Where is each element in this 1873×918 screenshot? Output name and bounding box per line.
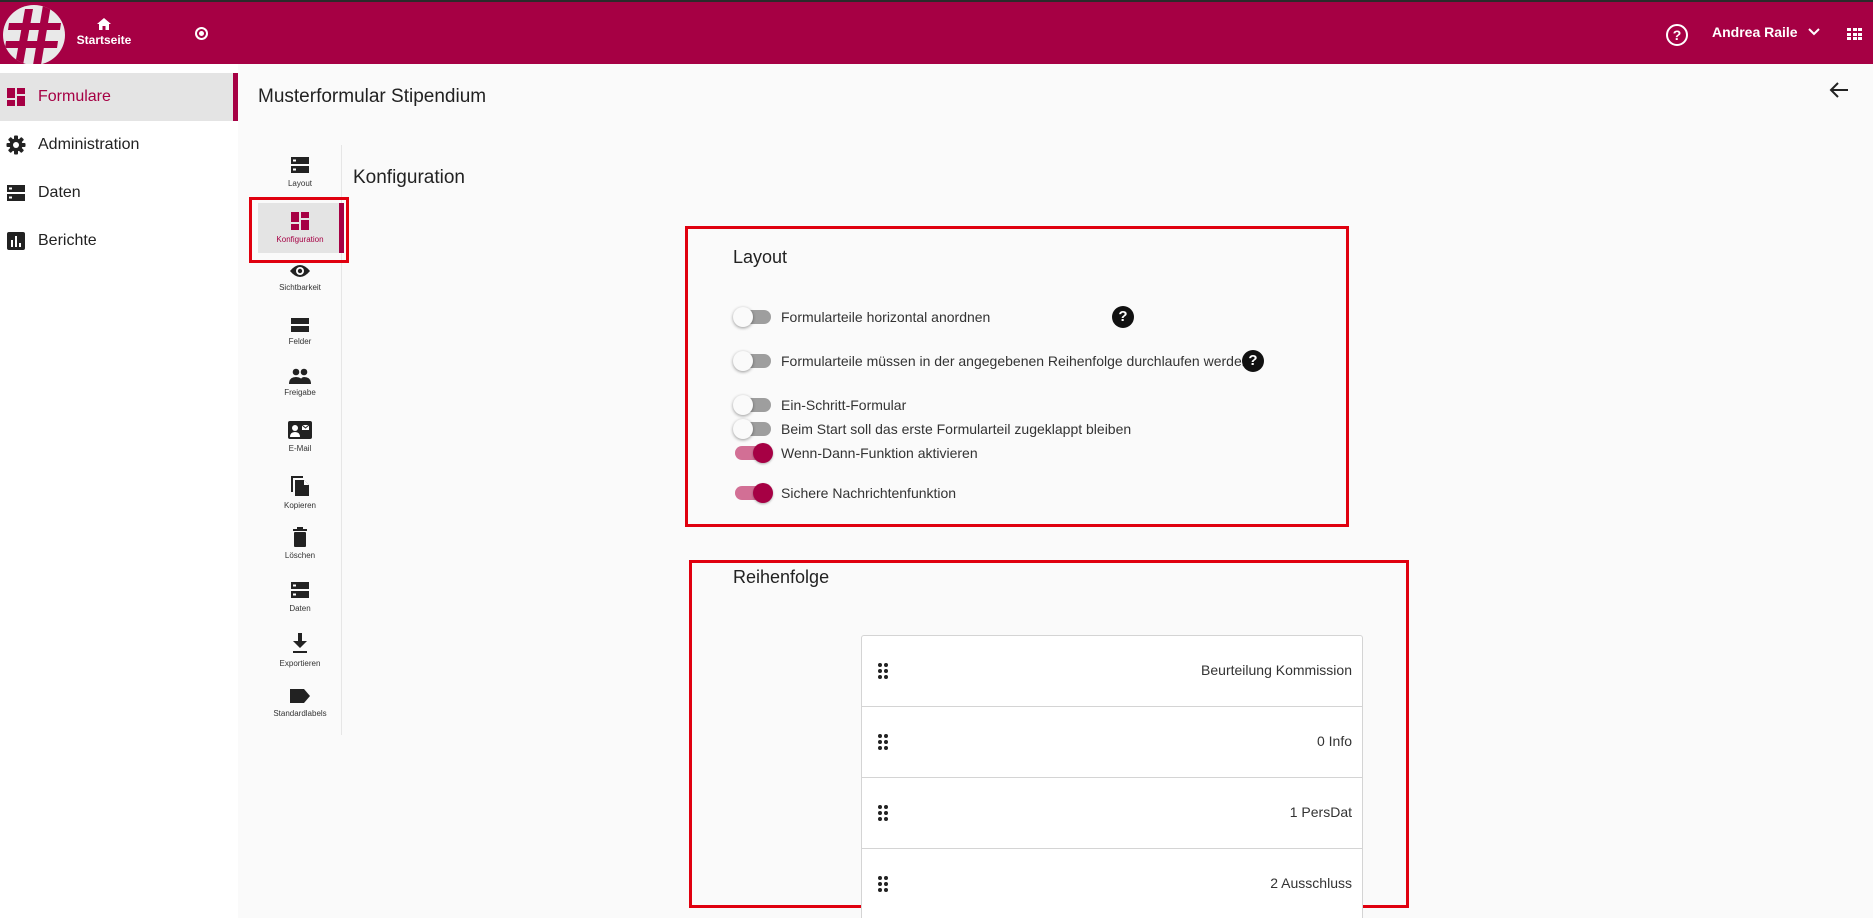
list-item[interactable]: Beurteilung Kommission — [862, 636, 1362, 707]
radio-icon[interactable] — [195, 27, 208, 40]
toggle-horizontal-anordnen[interactable]: Formularteile horizontal anordnen — [733, 307, 991, 327]
toggle-ein-schritt-formular[interactable]: Ein-Schritt-Formular — [733, 395, 907, 415]
view-agenda-icon — [291, 318, 309, 332]
page-title: Musterformular Stipendium — [258, 86, 487, 107]
toggle-switch[interactable] — [733, 395, 771, 415]
gear-icon — [6, 135, 26, 155]
user-name: Andrea Raile — [1712, 24, 1798, 40]
toggle-label: Beim Start soll das erste Formularteil z… — [781, 421, 1132, 437]
toggle-label: Formularteile müssen in der angegebenen … — [781, 353, 1250, 369]
subnav-item-sichtbarkeit[interactable]: Sichtbarkeit — [250, 263, 350, 292]
subnav-label: Exportieren — [279, 659, 321, 668]
toggle-label: Wenn-Dann-Funktion aktivieren — [781, 445, 978, 461]
list-item-label: 1 PersDat — [1289, 804, 1352, 820]
storage-icon — [291, 582, 309, 598]
list-item[interactable]: 0 Info — [862, 707, 1362, 778]
sidebar-item-formulare[interactable]: Formulare — [0, 73, 238, 121]
drag-handle-icon[interactable] — [878, 805, 888, 821]
sidebar-item-berichte[interactable]: Berichte — [0, 217, 238, 265]
subnav-item-standardlabels[interactable]: Standardlabels — [250, 687, 350, 718]
logo-icon[interactable] — [3, 5, 65, 65]
top-app-bar: Startseite ? Andrea Raile — [0, 0, 1873, 65]
toggle-switch[interactable] — [735, 483, 773, 503]
subnav-label: E-Mail — [288, 444, 312, 453]
toggle-switch[interactable] — [733, 351, 771, 371]
toggle-label: Formularteile horizontal anordnen — [781, 309, 991, 325]
highlight-box — [249, 197, 349, 263]
apps-grid-icon[interactable] — [1847, 28, 1862, 41]
drag-handle-icon[interactable] — [878, 876, 888, 892]
toggle-sichere-nachrichtenfunktion[interactable]: Sichere Nachrichtenfunktion — [735, 483, 957, 503]
subnav-label: Freigabe — [284, 388, 316, 397]
sidebar-item-label: Daten — [38, 184, 81, 201]
subnav-item-loeschen[interactable]: Löschen — [250, 527, 350, 560]
toggle-label: Sichere Nachrichtenfunktion — [781, 485, 957, 501]
subnav-label: Löschen — [284, 551, 316, 560]
subnav-item-felder[interactable]: Felder — [250, 317, 350, 346]
subnav-label: Kopieren — [283, 501, 317, 510]
storage-icon — [291, 157, 309, 173]
layout-highlight-box — [685, 226, 1349, 527]
subnav-item-freigabe[interactable]: Freigabe — [250, 368, 350, 397]
chevron-down-icon — [1807, 28, 1820, 36]
bar-chart-icon — [6, 231, 26, 251]
sidebar: Formulare Administration Daten Berichte — [0, 64, 238, 918]
drag-handle-icon[interactable] — [878, 734, 888, 750]
toggle-label: Ein-Schritt-Formular — [781, 397, 907, 413]
subnav-label: Layout — [287, 179, 313, 188]
order-card-title: Reihenfolge — [733, 567, 830, 587]
list-item[interactable]: 2 Ausschluss — [862, 849, 1362, 918]
user-menu[interactable]: Andrea Raile — [1712, 24, 1820, 40]
toggle-erstes-formularteil-zugeklappt[interactable]: Beim Start soll das erste Formularteil z… — [733, 419, 1132, 439]
back-arrow-icon[interactable] — [1828, 80, 1850, 100]
subnav-label: Standardlabels — [273, 709, 327, 718]
copy-icon — [291, 476, 309, 496]
help-icon[interactable]: ? — [1666, 24, 1688, 46]
subnav-item-exportieren[interactable]: Exportieren — [250, 631, 350, 668]
toggle-switch[interactable] — [735, 443, 773, 463]
sidebar-item-label: Formulare — [38, 88, 111, 105]
list-item[interactable]: 1 PersDat — [862, 778, 1362, 849]
sidebar-item-daten[interactable]: Daten — [0, 169, 238, 217]
subnav-label: Felder — [288, 337, 312, 346]
list-item-label: Beurteilung Kommission — [1201, 662, 1352, 678]
contact-mail-icon — [288, 421, 312, 439]
storage-icon — [6, 183, 26, 203]
drag-handle-icon[interactable] — [878, 663, 888, 679]
sidebar-item-label: Administration — [38, 136, 140, 153]
trash-icon — [293, 527, 307, 547]
toggle-switch[interactable] — [733, 419, 771, 439]
toggle-switch[interactable] — [733, 307, 771, 327]
subnav-item-layout[interactable]: Layout — [250, 155, 350, 188]
label-icon — [290, 689, 310, 703]
subnav-item-email[interactable]: E-Mail — [250, 420, 350, 453]
toggle-wenn-dann-funktion[interactable]: Wenn-Dann-Funktion aktivieren — [735, 443, 978, 463]
people-icon — [289, 368, 311, 384]
subnav-item-kopieren[interactable]: Kopieren — [250, 473, 350, 510]
list-item-label: 2 Ausschluss — [1270, 875, 1352, 891]
list-item-label: 0 Info — [1316, 733, 1352, 749]
subnav-item-daten[interactable]: Daten — [250, 580, 350, 613]
layout-card-title: Layout — [733, 247, 788, 267]
sidebar-item-label: Berichte — [38, 232, 97, 249]
sidebar-item-administration[interactable]: Administration — [0, 121, 238, 169]
help-icon[interactable]: ? — [1112, 306, 1134, 328]
help-icon[interactable]: ? — [1242, 350, 1264, 372]
home-label: Startseite — [76, 33, 132, 47]
dashboard-icon — [6, 87, 26, 107]
subnav-label: Sichtbarkeit — [279, 283, 321, 292]
section-title: Konfiguration — [353, 167, 465, 188]
home-button[interactable]: Startseite — [74, 18, 134, 49]
eye-icon — [290, 265, 310, 277]
toggle-reihenfolge-durchlaufen[interactable]: Formularteile müssen in der angegebenen … — [733, 351, 1250, 371]
subnav-label: Daten — [289, 604, 311, 613]
download-icon — [293, 633, 307, 653]
order-list: Beurteilung Kommission 0 Info 1 PersDat … — [861, 635, 1363, 918]
home-icon — [97, 18, 111, 30]
